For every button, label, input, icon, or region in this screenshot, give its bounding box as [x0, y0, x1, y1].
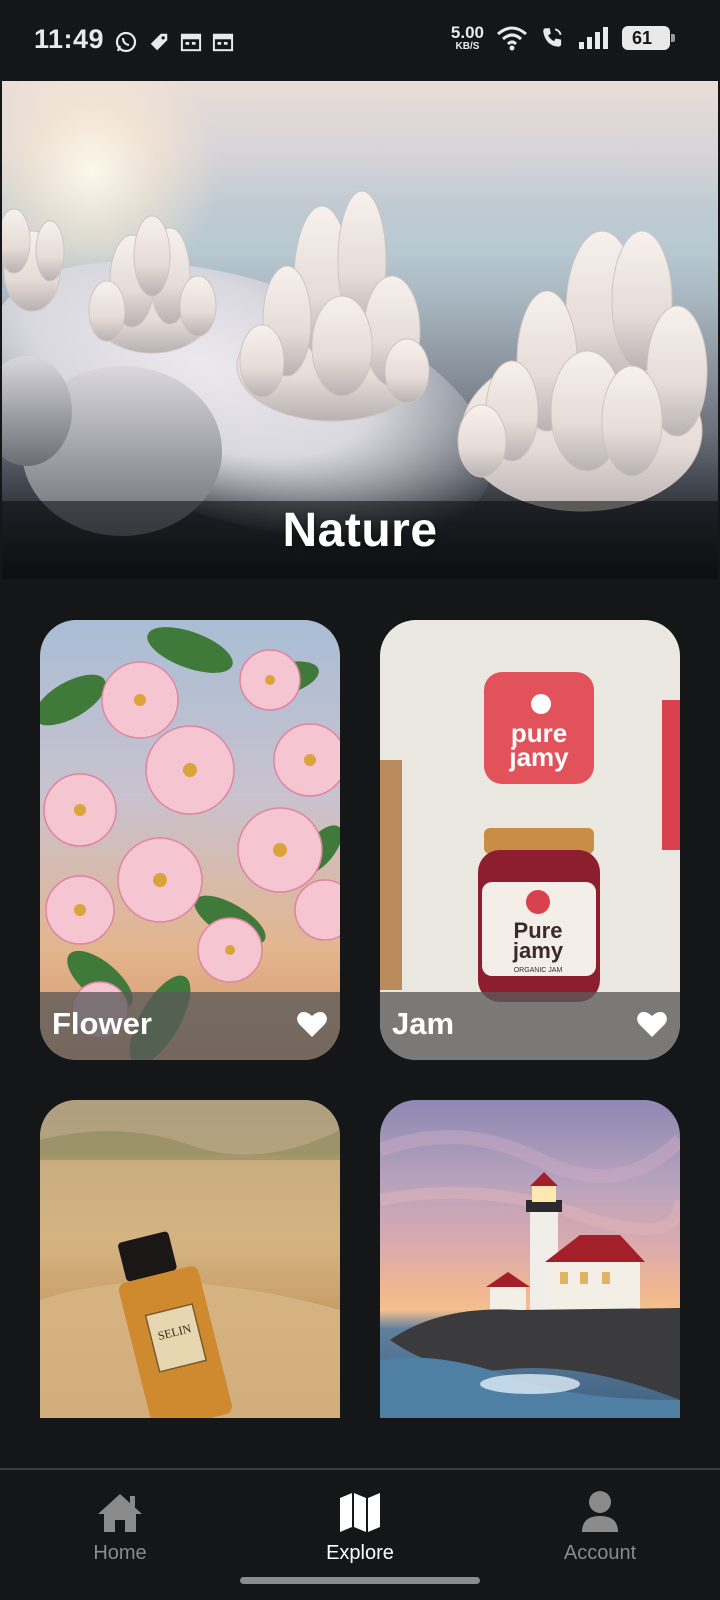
- card-lighthouse[interactable]: [380, 1100, 680, 1418]
- battery-level: 61: [632, 27, 653, 48]
- map-icon: [340, 1493, 380, 1532]
- calendar-icon: [180, 33, 202, 52]
- card-perfume[interactable]: SELIN: [40, 1100, 340, 1418]
- calendar-icon: [212, 33, 234, 52]
- nav-home[interactable]: Home: [20, 1490, 220, 1565]
- heart-icon[interactable]: [296, 1009, 328, 1039]
- status-bar: 11:49 5.00 KB/S 61: [0, 0, 720, 80]
- tag-icon: [150, 33, 168, 51]
- card-flower[interactable]: Flower: [40, 620, 340, 1060]
- wifi-icon: [497, 26, 527, 51]
- system-icons: 5.00 KB/S 61: [450, 23, 675, 52]
- status-time: 11:49: [34, 24, 105, 54]
- home-icon: [98, 1494, 142, 1532]
- signal-icon: [579, 27, 608, 49]
- lighthouse-image: [380, 1130, 680, 1418]
- card-caption: Jam: [380, 992, 680, 1060]
- jam-jar-line2: jamy: [512, 938, 564, 963]
- nav-explore-label: Explore: [326, 1542, 394, 1564]
- jam-logo-line2: jamy: [508, 742, 569, 772]
- nav-account-label: Account: [563, 1542, 637, 1564]
- network-speed: 5.00 KB/S: [450, 23, 484, 52]
- nav-account[interactable]: Account: [500, 1490, 700, 1565]
- notification-icons: [114, 30, 234, 54]
- hero-title: Nature: [282, 504, 438, 557]
- whatsapp-icon: [115, 31, 137, 53]
- heart-icon[interactable]: [636, 1009, 668, 1039]
- jam-jar-sub: ORGANIC JAM: [514, 967, 563, 974]
- user-icon: [582, 1491, 618, 1532]
- card-label: Jam: [392, 1006, 455, 1041]
- home-indicator[interactable]: [240, 1577, 480, 1584]
- card-label: Flower: [52, 1006, 152, 1041]
- perfume-image: SELIN: [40, 1100, 340, 1418]
- nav-explore[interactable]: Explore: [260, 1490, 460, 1565]
- call-icon: [543, 28, 562, 47]
- nav-home-label: Home: [93, 1542, 147, 1564]
- card-caption: Flower: [40, 992, 340, 1060]
- battery-icon: 61: [622, 26, 675, 50]
- card-jam[interactable]: pure jamy Pure jamy ORGANIC JAM Jam: [380, 620, 680, 1060]
